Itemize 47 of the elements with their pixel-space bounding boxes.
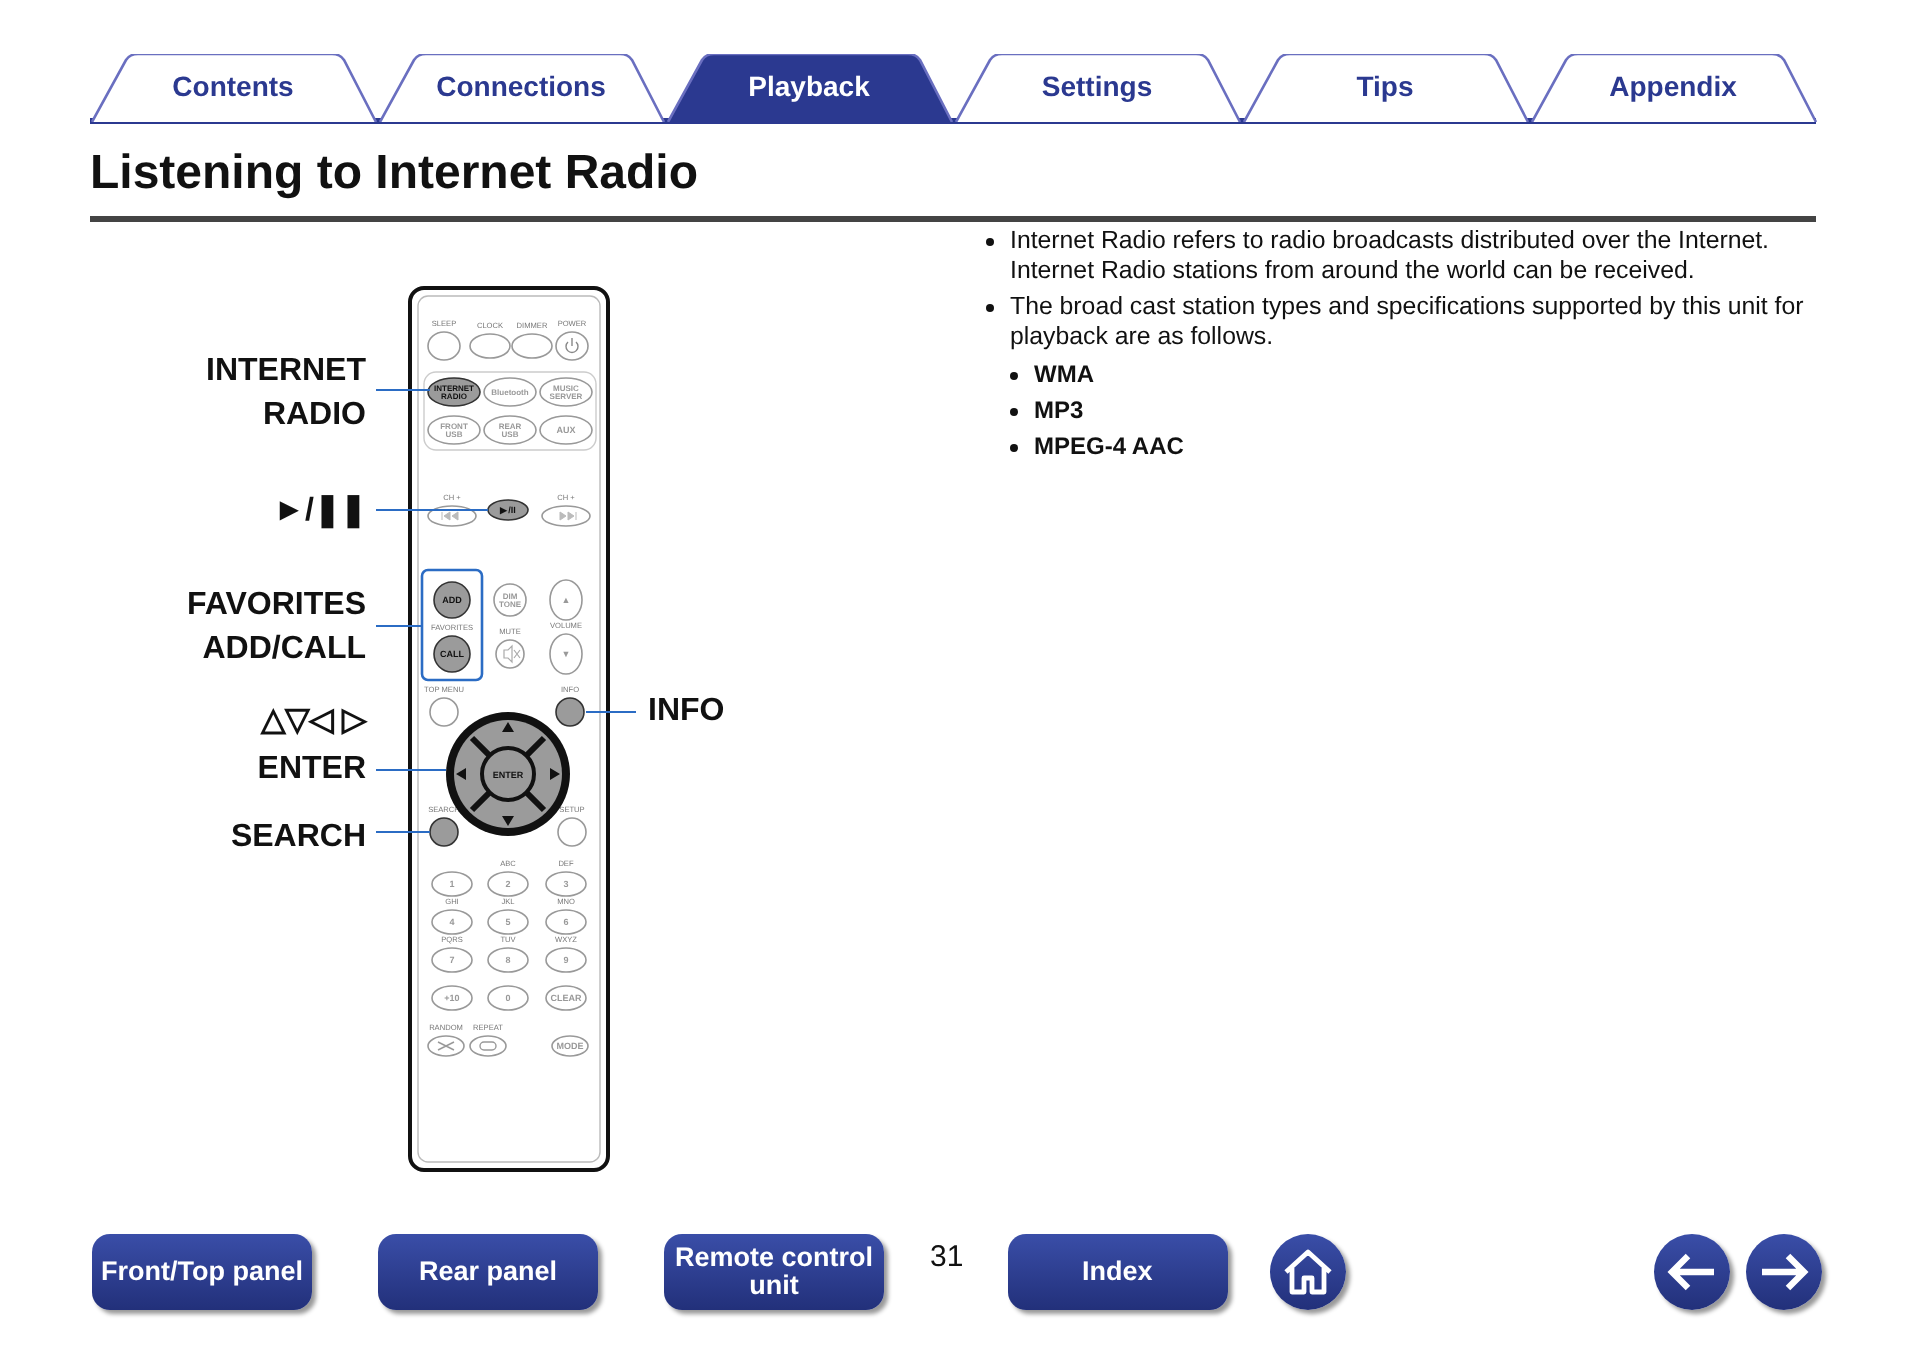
- bullet-icon: [1010, 408, 1018, 416]
- power-icon: [565, 337, 579, 354]
- callout-label: ►/❚❚: [273, 494, 366, 528]
- home-icon: [1281, 1248, 1334, 1296]
- favorites-frame: [420, 568, 484, 682]
- mute-icon: [503, 644, 521, 664]
- right-arrow-icon: [1757, 1252, 1810, 1292]
- callout-label: INFO: [648, 694, 725, 728]
- leader-line: [375, 769, 447, 771]
- nav-button[interactable]: Remote control unit: [664, 1234, 884, 1310]
- callout-label: △▽◁ ▷ ENTER: [257, 704, 366, 786]
- left-arrow-icon: [1665, 1252, 1718, 1292]
- bullet-text: Internet Radio refers to radio broadcasts distributed over the Internet. Internet Radio stations from around the world can be received.: [1010, 226, 1771, 286]
- format-name: MP3: [1034, 396, 1084, 426]
- nav-button[interactable]: Rear panel: [378, 1234, 598, 1310]
- home-button[interactable]: [1269, 1234, 1346, 1310]
- leader-line: [375, 389, 431, 391]
- page-number: 31: [930, 1239, 964, 1273]
- nav-tab[interactable]: Tips: [1242, 54, 1528, 118]
- callout-label: INTERNET RADIO: [206, 354, 366, 432]
- nav-tab[interactable]: Connections: [378, 54, 664, 118]
- bullet-icon: [986, 238, 994, 246]
- leader-line: [375, 509, 489, 511]
- nav-button[interactable]: Front/Top panel: [92, 1234, 312, 1310]
- leader-line: [585, 711, 637, 713]
- nav-tab[interactable]: Settings: [954, 54, 1240, 118]
- leader-line: [375, 831, 431, 833]
- skip-forward-icon: [559, 511, 577, 521]
- format-name: WMA: [1034, 360, 1094, 390]
- shuffle-icon: [437, 1041, 455, 1051]
- forward-button[interactable]: [1745, 1234, 1822, 1310]
- index-button[interactable]: Index: [1007, 1234, 1228, 1310]
- nav-tab[interactable]: Playback: [666, 54, 952, 118]
- nav-tab[interactable]: Contents: [90, 54, 376, 118]
- nav-tab[interactable]: Appendix: [1530, 54, 1816, 118]
- bullet-icon: [986, 304, 994, 312]
- callout-label: SEARCH: [230, 820, 366, 854]
- bullet-text: The broad cast station types and specifications supported by this unit for playback are as follows.: [1010, 292, 1806, 352]
- format-name: MPEG-4 AAC: [1034, 432, 1184, 462]
- bullet-icon: [1010, 372, 1018, 380]
- repeat-icon: [479, 1041, 497, 1051]
- page-title: Listening to Internet Radio: [90, 144, 1816, 222]
- bullet-icon: [1010, 444, 1018, 452]
- leader-line: [375, 625, 423, 627]
- back-button[interactable]: [1653, 1234, 1730, 1310]
- callout-label: FAVORITES ADD/CALL: [187, 588, 366, 666]
- skip-back-icon: [441, 511, 459, 521]
